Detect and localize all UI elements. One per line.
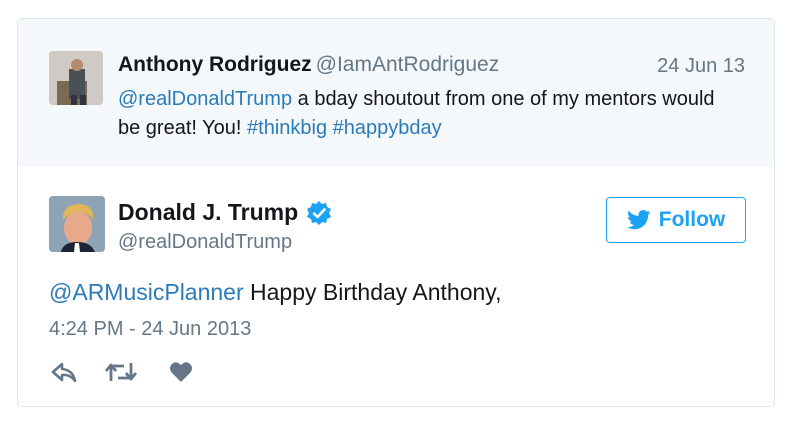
author-handle[interactable]: @realDonaldTrump bbox=[118, 231, 292, 254]
reply-icon[interactable] bbox=[49, 359, 79, 385]
tweet-timestamp[interactable]: 4:24 PM - 24 Jun 2013 bbox=[49, 318, 251, 341]
heart-icon[interactable] bbox=[168, 359, 194, 385]
author-name[interactable]: Donald J. Trump bbox=[118, 199, 298, 226]
hashtag-happybday-link[interactable]: #happybday bbox=[333, 117, 442, 139]
tweet-body-text: Happy Birthday Anthony, bbox=[243, 279, 502, 305]
mention-link[interactable]: @ARMusicPlanner bbox=[49, 279, 244, 305]
follow-button[interactable]: Follow bbox=[606, 197, 746, 243]
tweet-actions bbox=[49, 359, 194, 385]
follow-label: Follow bbox=[658, 208, 726, 231]
tweet-text: @ARMusicPlanner Happy Birthday Anthony, bbox=[49, 279, 501, 306]
embedded-tweet-card: Anthony Rodriguez @IamAntRodriguez 24 Jun… bbox=[17, 18, 775, 407]
quoted-mention-link[interactable]: @realDonaldTrump bbox=[118, 88, 292, 110]
quoted-tweet-date[interactable]: 24 Jun 13 bbox=[657, 55, 745, 78]
twitter-bird-icon bbox=[626, 210, 651, 230]
quoted-author-name[interactable]: Anthony Rodriguez bbox=[118, 53, 312, 76]
author-name-line: Donald J. Trump bbox=[118, 199, 332, 226]
retweet-icon[interactable] bbox=[104, 359, 138, 385]
quoted-tweet-text: @realDonaldTrump a bday shoutout from on… bbox=[118, 85, 738, 143]
verified-badge-icon bbox=[306, 200, 332, 226]
hashtag-thinkbig-link[interactable]: #thinkbig bbox=[247, 117, 327, 139]
quoted-author-handle[interactable]: @IamAntRodriguez bbox=[316, 53, 500, 76]
quoted-author-line: Anthony Rodriguez @IamAntRodriguez bbox=[118, 53, 499, 77]
author-avatar[interactable] bbox=[49, 196, 105, 252]
quoted-author-avatar[interactable] bbox=[49, 51, 103, 105]
quoted-tweet[interactable]: Anthony Rodriguez @IamAntRodriguez 24 Jun… bbox=[18, 19, 774, 167]
